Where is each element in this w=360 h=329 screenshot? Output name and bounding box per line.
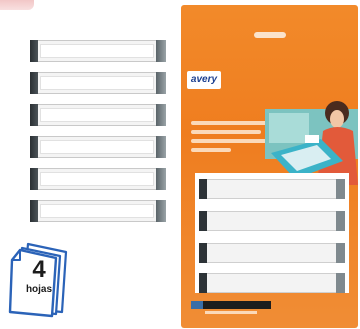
label-strip (30, 40, 166, 62)
package-label-strip (199, 211, 345, 231)
corner-decoration (0, 0, 34, 10)
sheet-count-number: 4 (32, 256, 46, 283)
package-label-strip (199, 273, 345, 293)
label-strip (30, 200, 166, 222)
package-footer-line (205, 311, 257, 314)
label-strip (30, 168, 166, 190)
package-label-window (195, 173, 349, 293)
hang-hole (254, 32, 286, 38)
package-footer-swatch (191, 301, 203, 309)
label-strip (30, 136, 166, 158)
product-package: avery (181, 5, 358, 328)
label-strip (30, 72, 166, 94)
label-strip (30, 104, 166, 126)
brand-logo: avery (187, 71, 221, 89)
label-sheet (30, 40, 166, 226)
package-label-strip (199, 243, 345, 263)
package-footer-bar (191, 301, 271, 309)
package-label-strip (199, 179, 345, 199)
sheet-count-word: hojas (25, 284, 53, 295)
sheet-count-badge: 4 hojas (6, 238, 72, 318)
